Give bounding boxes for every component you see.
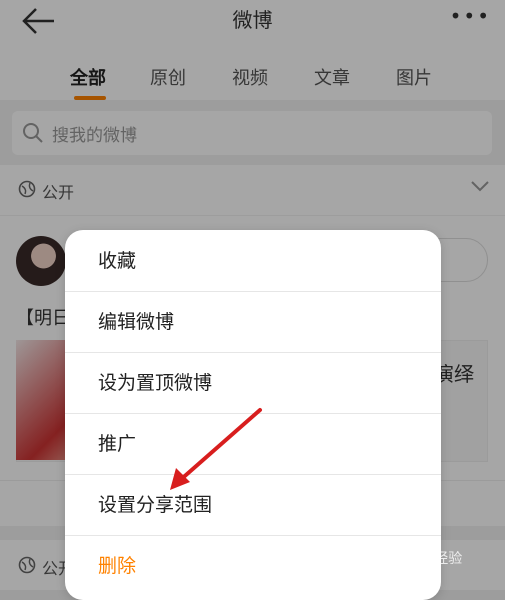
menu-item-pin[interactable]: 设为置顶微博: [65, 352, 441, 414]
menu-item-delete[interactable]: 删除: [65, 535, 441, 596]
menu-item-favorite[interactable]: 收藏: [65, 230, 441, 292]
menu-item-edit[interactable]: 编辑微博: [65, 291, 441, 353]
menu-item-label: 删除: [98, 555, 137, 577]
menu-item-promote[interactable]: 推广: [65, 413, 441, 475]
menu-item-label: 设置分享范围: [98, 494, 213, 516]
menu-item-share-scope[interactable]: 设置分享范围: [65, 474, 441, 536]
menu-item-label: 收藏: [98, 250, 137, 272]
watermark: Baidu 经验: [390, 551, 463, 567]
menu-item-label: 推广: [98, 433, 137, 455]
menu-item-label: 编辑微博: [98, 311, 175, 333]
menu-item-label: 设为置顶微博: [98, 372, 213, 394]
context-menu: 收藏 编辑微博 设为置顶微博 推广 设置分享范围 删除: [65, 230, 441, 600]
